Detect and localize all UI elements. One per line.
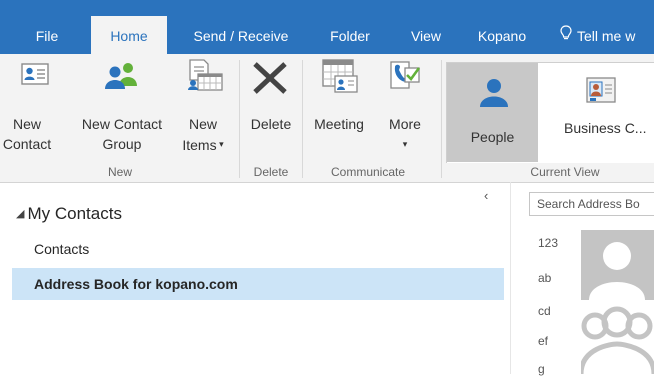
tab-send-receive[interactable]: Send / Receive bbox=[183, 18, 299, 54]
group-silhouette-icon bbox=[581, 304, 654, 374]
group-separator bbox=[441, 60, 442, 178]
delete-button[interactable]: Delete bbox=[243, 54, 299, 162]
contact-photo-placeholder[interactable] bbox=[581, 230, 654, 300]
new-contact-group-label-1: New Contact bbox=[81, 116, 163, 132]
az-index-ef[interactable]: ef bbox=[538, 334, 548, 348]
tab-folder[interactable]: Folder bbox=[322, 18, 378, 54]
tab-kopano[interactable]: Kopano bbox=[472, 18, 532, 54]
dropdown-arrow-icon: ▾ bbox=[216, 139, 224, 149]
new-items-icon bbox=[184, 58, 224, 97]
delete-x-icon bbox=[251, 60, 291, 101]
my-contacts-label: My Contacts bbox=[27, 204, 122, 223]
collapse-pane-chevron-icon[interactable]: ‹ bbox=[484, 188, 488, 203]
new-contact-group-label-2: Group bbox=[102, 136, 142, 152]
tab-file[interactable]: File bbox=[22, 18, 72, 54]
az-index-cd[interactable]: cd bbox=[538, 304, 551, 318]
group-label-communicate: Communicate bbox=[330, 165, 406, 179]
group-label-delete: Delete bbox=[253, 165, 289, 179]
expanded-triangle-icon: ◢ bbox=[16, 208, 25, 220]
person-silhouette-icon bbox=[581, 230, 654, 300]
group-label-new: New bbox=[107, 165, 132, 179]
az-index-ab[interactable]: ab bbox=[538, 271, 551, 285]
view-people-button[interactable]: People bbox=[447, 63, 538, 162]
people-label: People bbox=[470, 129, 515, 145]
more-label: More bbox=[389, 116, 421, 132]
new-items-button[interactable]: New Items ▾ bbox=[175, 54, 231, 162]
new-items-label-2: Items ▾ bbox=[175, 134, 231, 155]
meeting-label: Meeting bbox=[314, 116, 364, 132]
group-label-current-view: Current View bbox=[530, 165, 600, 179]
search-address-book-input[interactable]: Search Address Bo bbox=[529, 192, 654, 216]
business-card-icon bbox=[584, 76, 618, 111]
delete-label: Delete bbox=[250, 116, 292, 132]
tell-me-search[interactable]: Tell me w bbox=[560, 18, 654, 54]
nav-item-contacts[interactable]: Contacts bbox=[12, 233, 504, 265]
contact-card-icon bbox=[21, 62, 49, 91]
lightbulb-icon bbox=[560, 18, 572, 54]
new-contact-group-button[interactable]: New Contact Group bbox=[74, 54, 170, 162]
az-index-123[interactable]: 123 bbox=[538, 236, 558, 250]
ribbon: New Contact New Contact Group New Items … bbox=[0, 54, 654, 183]
new-items-label-2-text: Items bbox=[182, 137, 217, 153]
contact-group-photo-placeholder[interactable] bbox=[581, 304, 654, 374]
new-contact-button[interactable]: New Contact bbox=[2, 54, 52, 162]
view-business-card-button[interactable]: Business C... bbox=[546, 63, 654, 163]
nav-item-address-book[interactable]: Address Book for kopano.com bbox=[12, 268, 504, 300]
more-dropdown-arrow-icon: ▾ bbox=[402, 139, 408, 149]
group-separator bbox=[239, 60, 240, 178]
business-card-label: Business C... bbox=[564, 120, 647, 136]
contact-group-icon bbox=[102, 60, 142, 95]
group-separator bbox=[302, 60, 303, 178]
more-phone-check-icon bbox=[387, 58, 423, 99]
ribbon-tab-bar: File Home Send / Receive Folder View Kop… bbox=[0, 0, 654, 54]
more-button[interactable]: More ▾ bbox=[377, 54, 433, 162]
new-items-label-1: New bbox=[188, 116, 217, 132]
pane-splitter[interactable] bbox=[510, 182, 511, 374]
meeting-icon bbox=[321, 58, 361, 99]
person-icon bbox=[479, 77, 509, 112]
meeting-button[interactable]: Meeting bbox=[307, 54, 371, 162]
new-contact-label-2: Contact bbox=[2, 136, 52, 152]
my-contacts-header[interactable]: ◢ My Contacts bbox=[16, 204, 122, 224]
tell-me-label: Tell me w bbox=[577, 28, 636, 44]
new-contact-label-1: New bbox=[12, 116, 41, 132]
tab-home[interactable]: Home bbox=[91, 16, 167, 54]
tab-view[interactable]: View bbox=[404, 18, 448, 54]
